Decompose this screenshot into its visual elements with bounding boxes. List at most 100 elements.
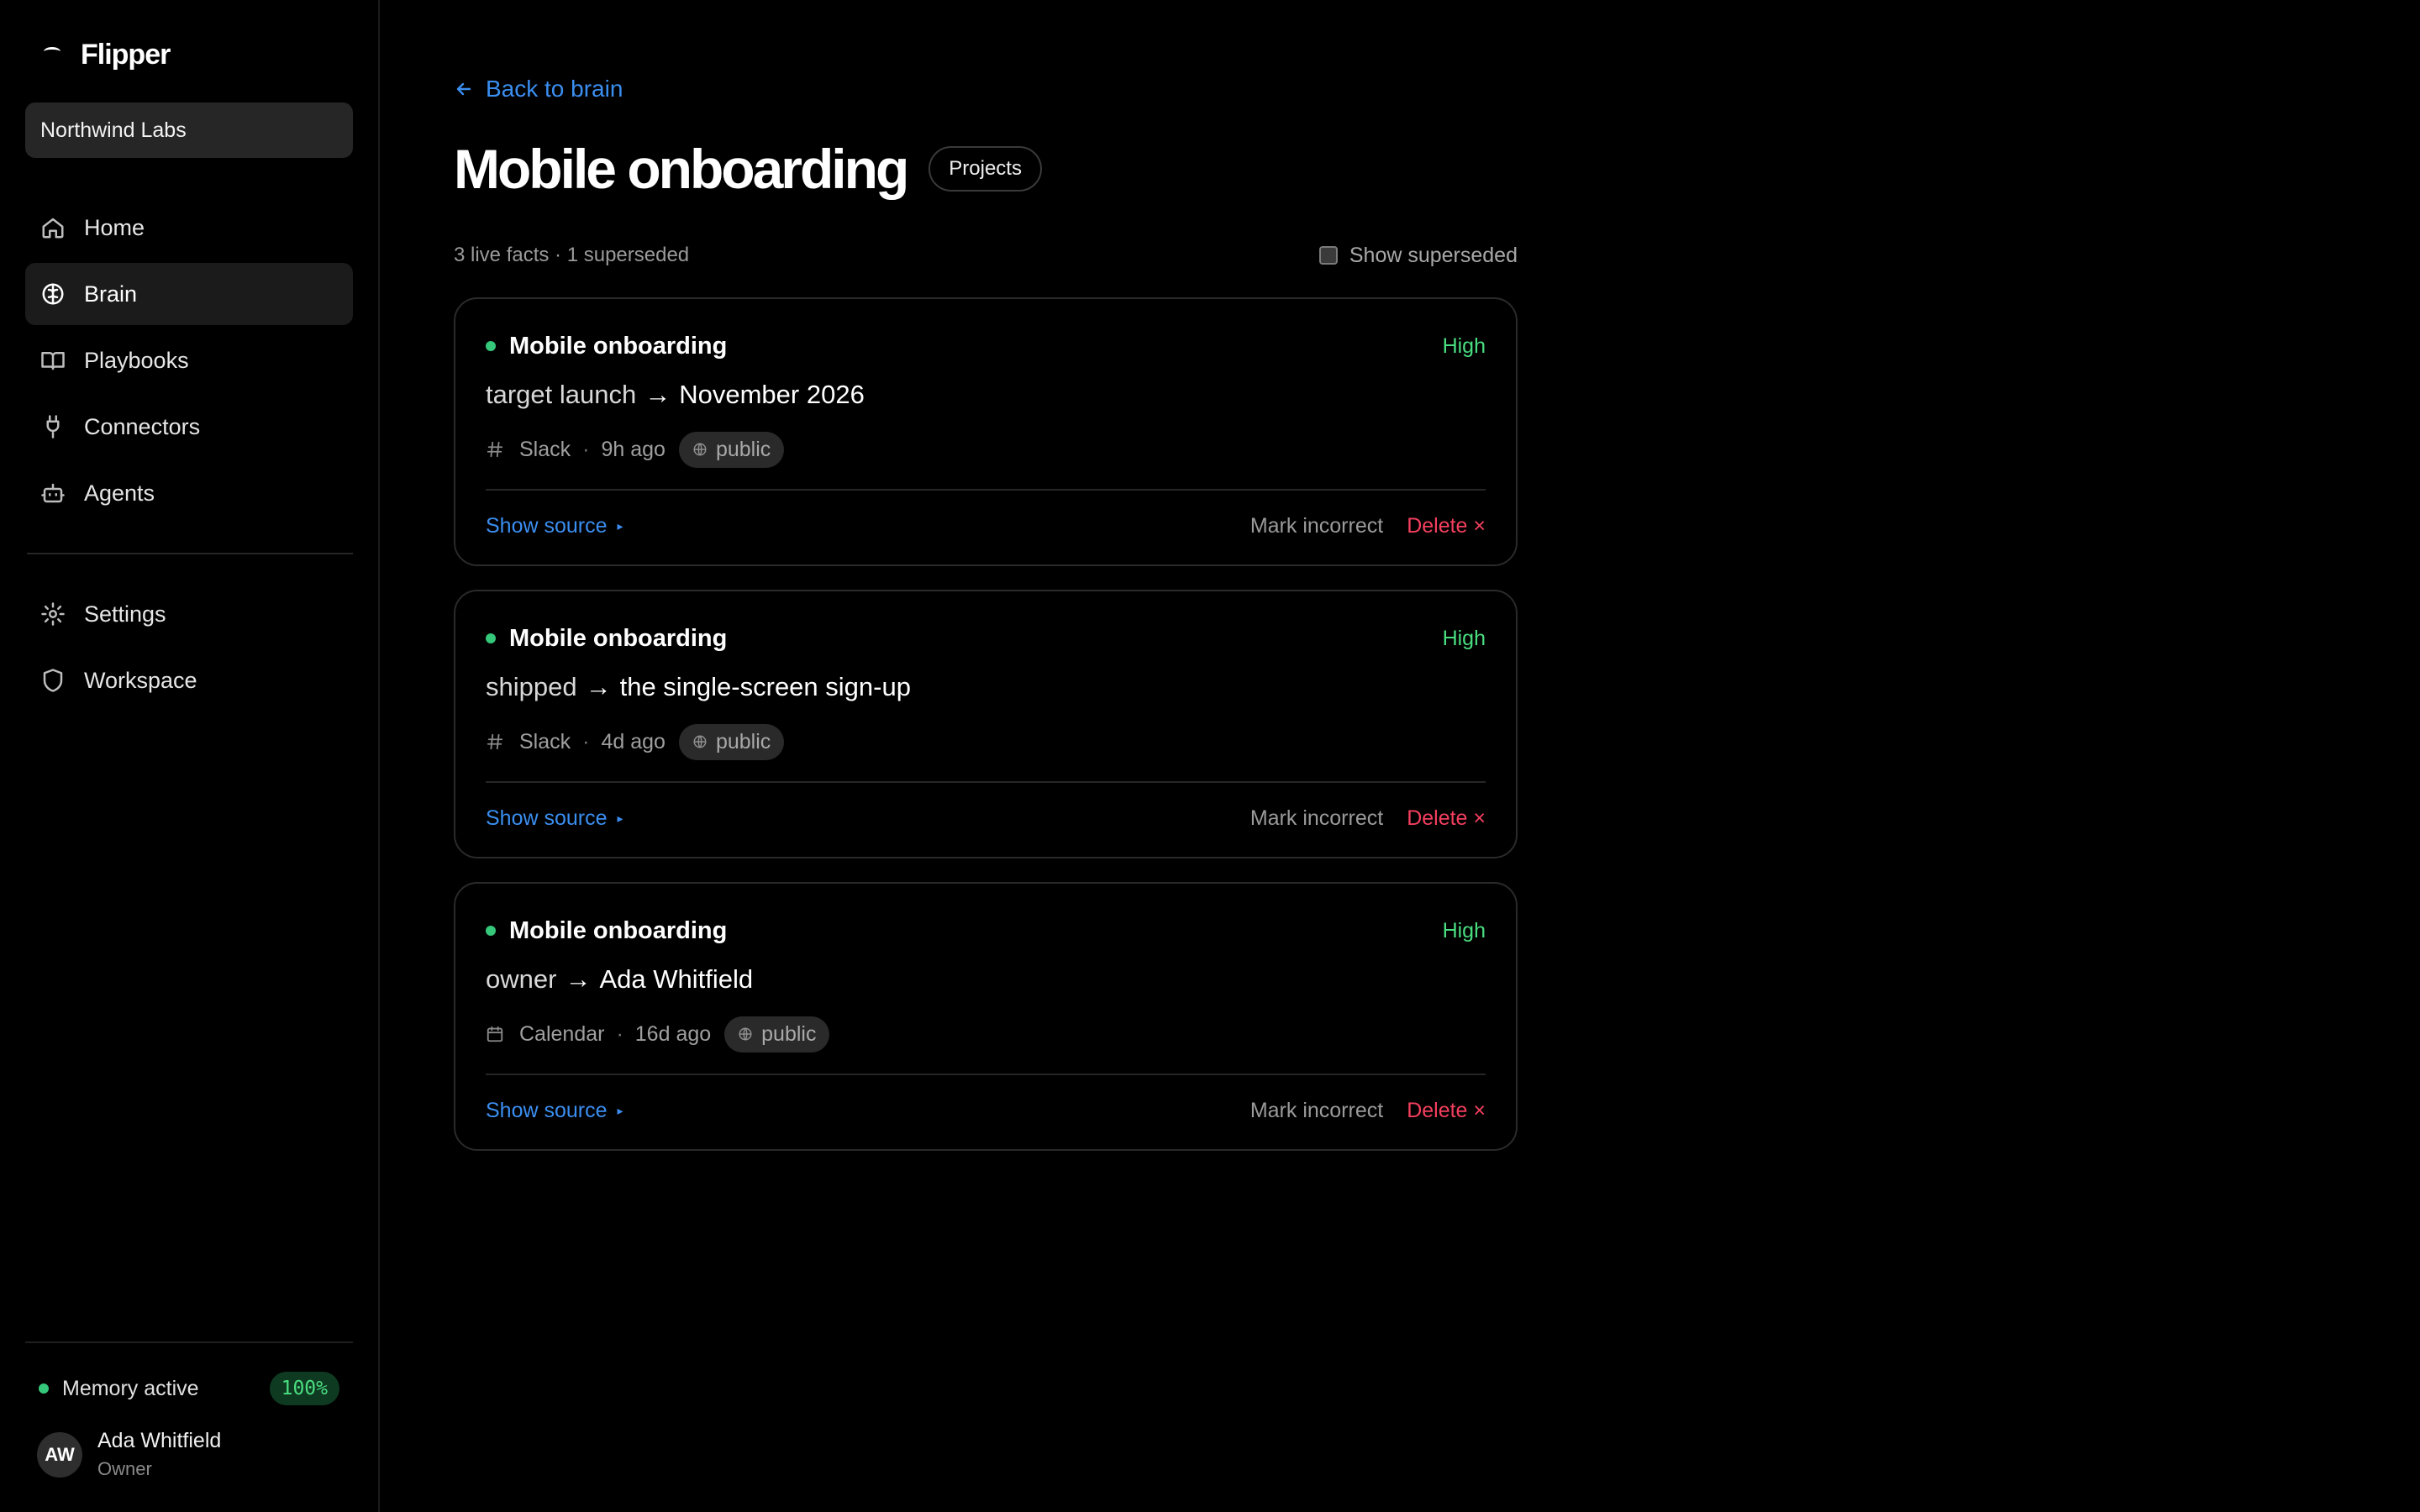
fact-value: Ada Whitfield [599,964,754,994]
show-source-label: Show source [486,513,608,538]
card-right-actions: Mark incorrect Delete × [1250,514,1486,538]
live-dot-icon [486,926,496,936]
caret-right-icon: ▸ [617,1103,623,1117]
sidebar-footer: Memory active 100% AW Ada Whitfield Owne… [25,1341,353,1512]
card-actions: Show source ▸ Mark incorrect Delete × [486,1094,1486,1127]
book-icon [40,348,66,373]
meta-separator: · [582,437,590,461]
robot-icon [40,480,66,506]
visibility-badge: public [678,723,785,760]
sidebar-item-label: Home [84,214,145,240]
sidebar-item-label: Brain [84,281,138,307]
fact-meta: Slack · 9h ago public [486,430,1486,469]
show-source-label: Show source [486,806,608,830]
nav-divider [27,553,353,554]
brand-name: Flipper [81,38,171,71]
card-actions: Show source ▸ Mark incorrect Delete × [486,801,1486,835]
sidebar-item-agents[interactable]: Agents [25,462,353,524]
sidebar-item-settings[interactable]: Settings [25,583,353,645]
source-name: Calendar [519,1021,605,1046]
fact-statement: shipped → the single-screen sign-up [486,670,1486,704]
fact-value: the single-screen sign-up [619,672,911,701]
fact-key: owner [486,964,557,994]
caret-right-icon: ▸ [617,518,623,533]
arrow-right-icon: → [644,380,671,409]
card-right-actions: Mark incorrect Delete × [1250,1099,1486,1123]
home-icon [40,215,66,240]
delete-button[interactable]: Delete × [1407,1099,1486,1123]
sidebar-item-connectors[interactable]: Connectors [25,396,353,458]
source-name: Slack [519,729,571,753]
arrow-right-icon: → [565,964,592,994]
gear-icon [40,601,66,627]
card-title-wrap: Mobile onboarding [486,917,727,945]
fact-meta: Slack · 4d ago public [486,722,1486,761]
card-header: Mobile onboarding High [486,623,1486,654]
delete-button[interactable]: Delete × [1407,806,1486,831]
main-content: Back to brain Mobile onboarding Projects… [380,0,2420,1512]
confidence-badge: High [1442,626,1486,650]
title-row: Mobile onboarding Projects [454,131,2420,207]
card-actions: Show source ▸ Mark incorrect Delete × [486,509,1486,543]
meta-separator: · [616,1021,623,1046]
sidebar-item-label: Playbooks [84,347,189,373]
user-profile[interactable]: AW Ada Whitfield Owner [25,1429,353,1480]
show-source-button[interactable]: Show source ▸ [486,514,623,538]
delete-button[interactable]: Delete × [1407,514,1486,538]
mark-incorrect-button[interactable]: Mark incorrect [1250,806,1383,831]
back-to-brain-link[interactable]: Back to brain [454,72,2420,106]
show-source-button[interactable]: Show source ▸ [486,806,623,831]
workspace-selector[interactable]: Northwind Labs [25,102,353,158]
brain-icon [40,281,66,307]
sidebar-item-label: Connectors [84,413,201,439]
card-entity: Mobile onboarding [509,624,728,652]
toggle-label: Show superseded [1349,243,1518,267]
globe-icon [693,443,707,456]
fact-key: target launch [486,380,637,409]
shield-icon [40,668,66,693]
memory-status: Memory active 100% [25,1368,353,1409]
card-divider [486,489,1486,491]
sidebar-item-home[interactable]: Home [25,197,353,259]
card-divider [486,781,1486,783]
mark-incorrect-button[interactable]: Mark incorrect [1250,514,1383,538]
mark-incorrect-button[interactable]: Mark incorrect [1250,1099,1383,1123]
sidebar-item-workspace[interactable]: Workspace [25,649,353,711]
fact-age: 4d ago [601,729,666,753]
calendar-icon [486,1025,504,1043]
card-right-actions: Mark incorrect Delete × [1250,806,1486,831]
fact-age: 16d ago [634,1021,712,1046]
flipper-logo-icon [42,42,67,67]
hash-icon [486,732,504,751]
category-badge[interactable]: Projects [929,146,1042,192]
plug-icon [40,414,66,439]
visibility-label: public [715,729,771,753]
page-title: Mobile onboarding [454,138,909,200]
confidence-badge: High [1442,918,1486,942]
show-superseded-toggle[interactable]: Show superseded [1318,243,1518,268]
visibility-badge: public [678,431,785,468]
card-entity: Mobile onboarding [509,916,728,944]
card-title-wrap: Mobile onboarding [486,333,727,360]
show-source-button[interactable]: Show source ▸ [486,1099,623,1123]
meta-separator: · [582,729,590,753]
confidence-badge: High [1442,333,1486,358]
sidebar-item-brain[interactable]: Brain [25,263,353,325]
fact-statement: target launch → November 2026 [486,378,1486,412]
globe-icon [739,1027,752,1041]
user-name: Ada Whitfield [97,1429,222,1452]
back-link-label: Back to brain [486,76,623,102]
fact-card: Mobile onboarding High owner → Ada Whitf… [454,882,1518,1151]
app: Flipper Northwind Labs Home Brain Playbo… [0,0,2420,1512]
sidebar-item-label: Agents [84,480,155,506]
arrow-right-icon: → [585,672,612,701]
visibility-label: public [715,437,771,461]
live-dot-icon [486,341,496,351]
sidebar-item-label: Settings [84,601,166,627]
fact-meta: Calendar · 16d ago public [486,1015,1486,1053]
globe-icon [693,735,707,748]
stats-row: 3 live facts · 1 superseded Show superse… [454,240,1518,270]
sidebar-item-playbooks[interactable]: Playbooks [25,329,353,391]
show-superseded-checkbox[interactable] [1318,246,1338,265]
brand[interactable]: Flipper [25,29,353,81]
